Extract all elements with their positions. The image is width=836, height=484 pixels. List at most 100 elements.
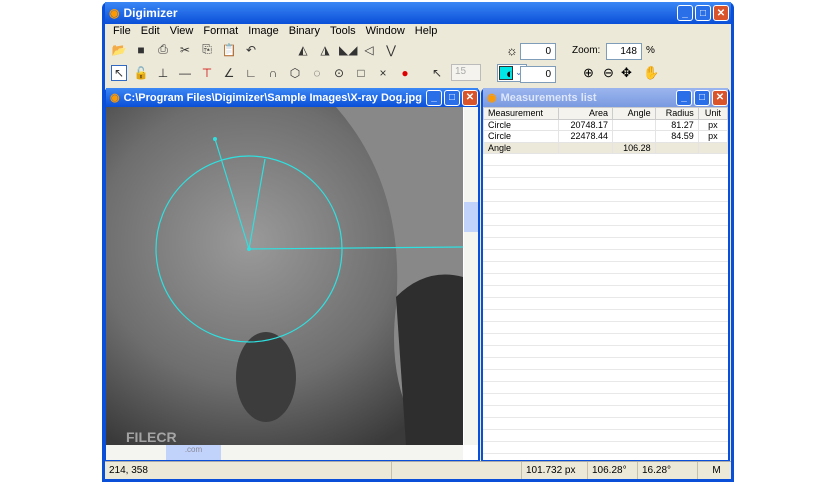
point-tool-icon[interactable]: ● xyxy=(397,66,413,80)
zoom-unit: % xyxy=(646,45,655,56)
cell: Angle xyxy=(483,141,559,154)
app-title: Digimizer xyxy=(123,6,178,20)
status-length: 101.732 px xyxy=(522,462,588,479)
image-window-title-bar: ◉ C:\Program Files\Digimizer\Sample Imag… xyxy=(106,88,478,107)
measurements-title: Measurements list xyxy=(500,91,597,104)
vertical-scrollbar[interactable] xyxy=(464,107,478,445)
hand-icon[interactable]: ✋ xyxy=(643,65,659,81)
status-angle1: 106.28° xyxy=(588,462,638,479)
measurements-close-button[interactable]: ✕ xyxy=(712,89,728,106)
cell: 20748.17 xyxy=(557,118,614,131)
table-row[interactable]: Circle 22478.44 84.59 px xyxy=(483,130,728,143)
app-icon: ◉ xyxy=(109,6,120,20)
brightness-field[interactable]: 0 xyxy=(520,43,556,60)
column-header[interactable]: Radius xyxy=(654,107,699,120)
copy-icon[interactable]: ⎘ xyxy=(199,42,215,57)
column-header[interactable]: Unit xyxy=(697,107,728,120)
menu-binary[interactable]: Binary xyxy=(284,25,325,37)
cell: 22478.44 xyxy=(557,130,614,143)
cell xyxy=(612,118,656,131)
status-bar: 214, 358 101.732 px 106.28° 16.28° M xyxy=(105,461,731,479)
menu-file[interactable]: File xyxy=(108,25,136,37)
measurements-maximize-button[interactable]: □ xyxy=(694,89,710,106)
circle3pt-tool-icon[interactable]: ◌ xyxy=(309,66,325,80)
menu-edit[interactable]: Edit xyxy=(136,25,165,37)
calibrate-icon[interactable]: ⋁ xyxy=(383,43,399,57)
pan-icon[interactable]: ✥ xyxy=(621,65,632,81)
close-button[interactable]: ✕ xyxy=(713,5,729,21)
brightness-icon: ☼ xyxy=(506,43,518,58)
line-width-field[interactable]: 15 xyxy=(451,64,481,81)
cut-icon[interactable]: ✂ xyxy=(177,43,193,57)
status-mode: M xyxy=(712,465,721,476)
menu-bar: File Edit View Format Image Binary Tools… xyxy=(105,24,731,38)
contrast-field[interactable]: 0 xyxy=(520,66,556,83)
app-window: ◉ Digimizer _ □ ✕ File Edit View Format … xyxy=(102,2,734,482)
rotate-left-icon[interactable]: ◭ xyxy=(295,43,311,57)
menu-tools[interactable]: Tools xyxy=(325,25,361,37)
print-icon[interactable]: ⎙ xyxy=(155,42,171,57)
angle-tool-icon[interactable]: ∠ xyxy=(221,66,237,80)
lock-icon[interactable]: 🔓 xyxy=(133,66,149,80)
cell xyxy=(557,141,614,154)
column-header[interactable]: Measurement xyxy=(483,107,559,120)
polygon-tool-icon[interactable]: ⬡ xyxy=(287,66,303,80)
cell xyxy=(654,141,699,154)
line-tool-icon[interactable]: — xyxy=(177,66,193,80)
cell: Circle xyxy=(483,130,559,143)
table-row[interactable]: Angle 106.28 xyxy=(483,141,728,154)
column-header[interactable]: Angle xyxy=(612,107,656,120)
menu-help[interactable]: Help xyxy=(410,25,443,37)
image-maximize-button[interactable]: □ xyxy=(444,89,460,106)
horizontal-scrollbar[interactable]: .com xyxy=(106,445,463,460)
status-angle2: 16.28° xyxy=(638,462,698,479)
menu-view[interactable]: View xyxy=(165,25,199,37)
status-coords: 214, 358 xyxy=(105,462,392,479)
measurements-table: Measurement Area Angle Radius Unit Circl… xyxy=(483,107,728,154)
title-bar: ◉ Digimizer _ □ ✕ xyxy=(105,2,731,24)
table-row[interactable]: Circle 20748.17 81.27 px xyxy=(483,118,728,131)
zoom-in-icon[interactable]: ⊕ xyxy=(583,65,594,81)
measurements-title-bar: ◉ Measurements list _ □ ✕ xyxy=(483,88,728,107)
undo-icon[interactable]: ↶ xyxy=(243,43,259,57)
image-window: ◉ C:\Program Files\Digimizer\Sample Imag… xyxy=(104,88,480,462)
menu-image[interactable]: Image xyxy=(243,25,284,37)
contrast-icon: ◐ xyxy=(506,66,514,81)
xray-image[interactable]: FILECR xyxy=(106,107,463,445)
save-icon[interactable]: ■ xyxy=(133,43,149,57)
minimize-button[interactable]: _ xyxy=(677,5,693,21)
cell: Circle xyxy=(483,118,559,131)
flip-horizontal-icon[interactable]: ◣◢ xyxy=(339,43,357,57)
watermark: FILECR xyxy=(126,429,177,445)
cell xyxy=(697,141,728,154)
marker-tool-icon[interactable]: ⊥ xyxy=(155,66,171,80)
maximize-button[interactable]: □ xyxy=(695,5,711,21)
empty-grid xyxy=(483,154,728,460)
toolbar-tools: ↖ 🔓 ⊥ — ⊤ ∠ ∟ ∩ ⬡ ◌ ⊙ □ × ● ↖ 15 ⌄ xyxy=(105,61,731,84)
zoom-out-icon[interactable]: ⊖ xyxy=(603,65,614,81)
rectangle-tool-icon[interactable]: □ xyxy=(353,66,369,80)
open-icon[interactable]: 📂 xyxy=(111,43,127,57)
watermark-sub: .com xyxy=(166,445,221,460)
measurements-minimize-button[interactable]: _ xyxy=(676,89,692,106)
distance-tool-icon[interactable]: ⊤ xyxy=(199,66,215,80)
paste-icon[interactable]: 📋 xyxy=(221,43,237,57)
select-tool-icon[interactable]: ↖ xyxy=(111,64,127,81)
circle-tool-icon[interactable]: ⊙ xyxy=(331,66,347,80)
menu-window[interactable]: Window xyxy=(361,25,410,37)
cell: 81.27 xyxy=(654,118,699,131)
measurements-table-container: Measurement Area Angle Radius Unit Circl… xyxy=(483,107,728,460)
cell xyxy=(612,130,656,143)
cell: 84.59 xyxy=(654,130,699,143)
zoom-field[interactable]: 148 xyxy=(606,43,642,60)
cross-tool-icon[interactable]: × xyxy=(375,66,391,80)
image-minimize-button[interactable]: _ xyxy=(426,89,442,106)
rotate-right-icon[interactable]: ◮ xyxy=(317,43,333,57)
measurements-window: ◉ Measurements list _ □ ✕ Measurement Ar… xyxy=(481,88,730,462)
perpendicular-tool-icon[interactable]: ∟ xyxy=(243,66,259,80)
image-close-button[interactable]: ✕ xyxy=(462,89,478,106)
polyline-tool-icon[interactable]: ∩ xyxy=(265,66,281,80)
flip-vertical-icon[interactable]: ◁ xyxy=(361,43,377,57)
column-header[interactable]: Area xyxy=(557,107,614,120)
menu-format[interactable]: Format xyxy=(198,25,243,37)
